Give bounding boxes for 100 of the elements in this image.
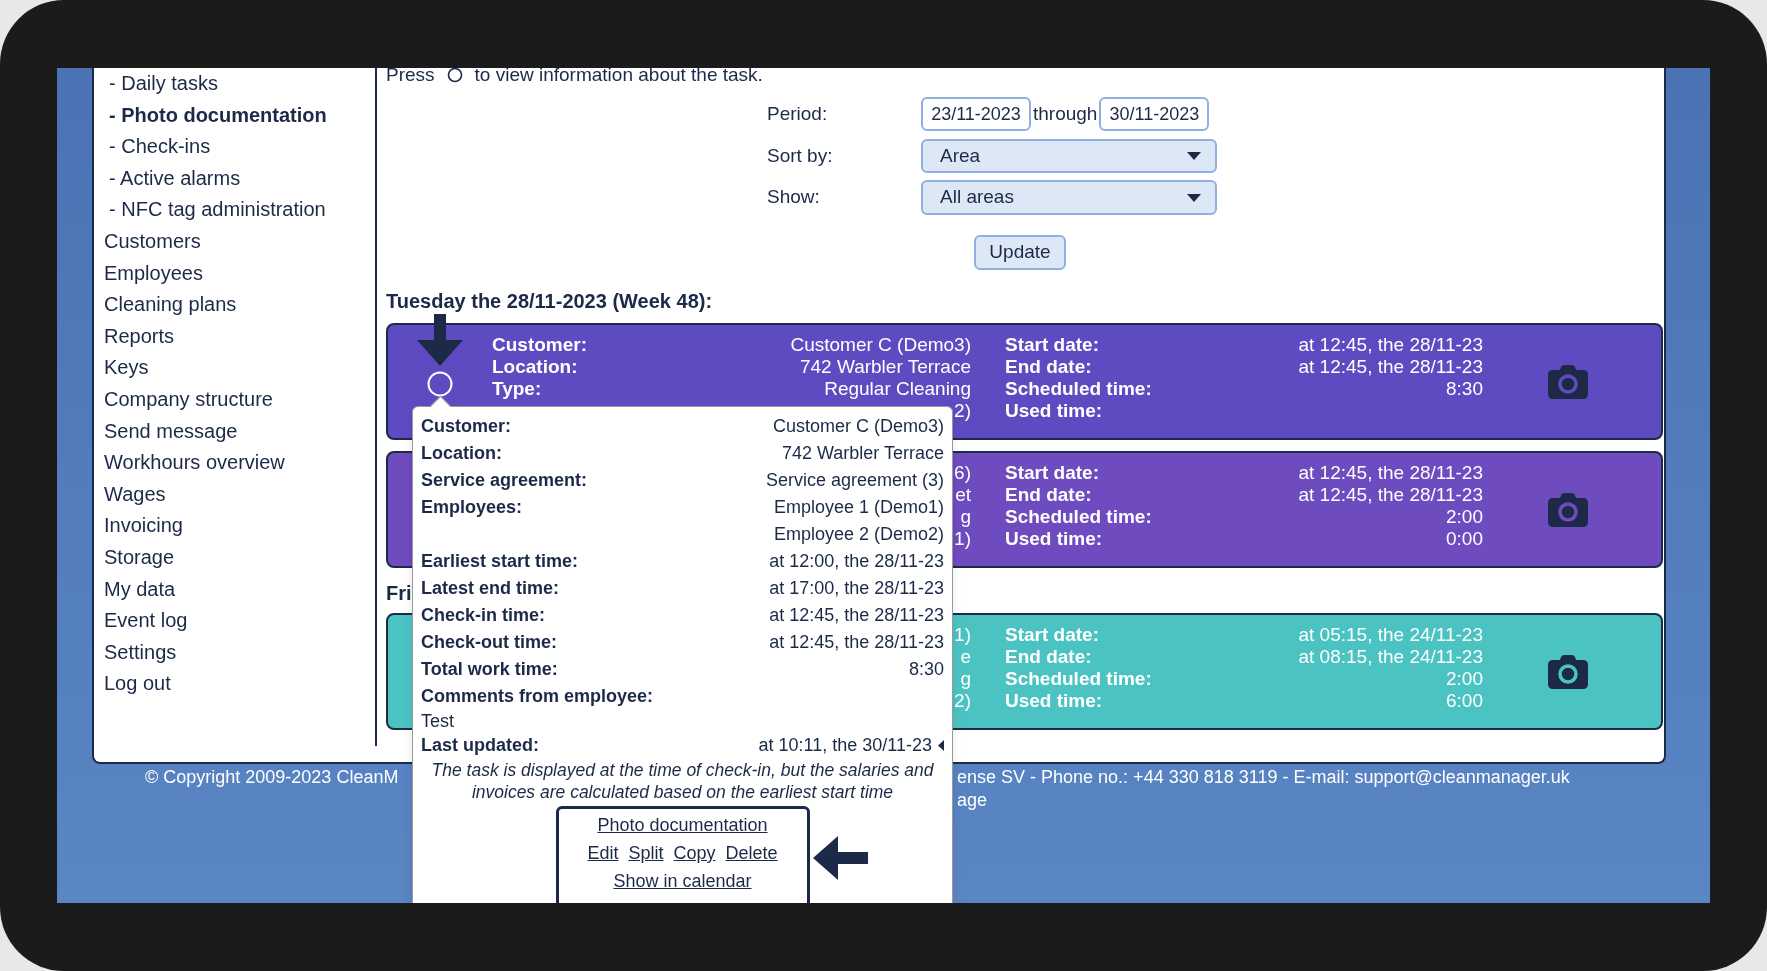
- info-value: at 12:45, the 28/11-23: [769, 604, 944, 627]
- sidebar-item[interactable]: Invoicing: [94, 510, 375, 542]
- info-value: Employee 1 (Demo1): [773, 496, 944, 519]
- info-value: Employee 2 (Demo2): [773, 523, 944, 546]
- day-heading: Tuesday the 28/11-2023 (Week 48):: [386, 290, 713, 312]
- sidebar-item[interactable]: Settings: [94, 636, 375, 669]
- sidebar-item[interactable]: Storage: [94, 541, 375, 574]
- time-label: Start date:: [1005, 624, 1099, 646]
- update-button[interactable]: Update: [974, 235, 1066, 270]
- action-link[interactable]: Photo documentation: [597, 811, 768, 839]
- action-link[interactable]: Copy: [673, 839, 716, 867]
- info-value: Customer C (Demo3): [772, 415, 944, 438]
- detail-label: Location:: [492, 356, 578, 378]
- info-value: at 17:00, the 28/11-23: [769, 577, 944, 600]
- sidebar-item[interactable]: Workhours overview: [94, 447, 375, 479]
- time-value: at 12:45, the 28/11-23: [1298, 484, 1483, 506]
- time-label: Used time:: [1005, 528, 1103, 550]
- show-label: Show:: [767, 185, 821, 210]
- action-link[interactable]: Delete: [725, 839, 778, 867]
- sidebar-item[interactable]: Event log: [94, 605, 375, 637]
- detail-value: g: [960, 506, 971, 528]
- time-value: 8:30: [1446, 378, 1483, 400]
- end-date-field[interactable]: 30/11-2023: [1099, 97, 1210, 131]
- time-value: at 08:15, the 24/11-23: [1298, 646, 1483, 668]
- sidebar-item[interactable]: Reports: [94, 320, 375, 353]
- action-link[interactable]: Edit: [587, 839, 619, 867]
- time-value: 0:00: [1446, 528, 1483, 550]
- show-dropdown[interactable]: All areas: [921, 180, 1217, 215]
- left-arrow-icon: [813, 836, 868, 880]
- caret-icon: [1187, 193, 1201, 202]
- detail-value: 2): [954, 690, 971, 712]
- caret-icon: [1187, 152, 1201, 160]
- day-heading: Fri: [386, 582, 412, 604]
- time-label: Scheduled time:: [1005, 378, 1152, 400]
- detail-value: 1): [954, 624, 971, 646]
- sidebar-item[interactable]: - Check-ins: [94, 131, 375, 163]
- detail-label: Customer:: [492, 334, 587, 356]
- sort-label: Sort by:: [767, 143, 834, 168]
- detail-value: et: [955, 484, 971, 506]
- info-label: Latest end time:: [421, 577, 560, 600]
- sidebar-item[interactable]: My data: [94, 573, 375, 606]
- time-label: Used time:: [1005, 690, 1103, 712]
- detail-value: 742 Warbler Terrace: [799, 356, 971, 378]
- detail-value: Regular Cleaning: [824, 378, 971, 400]
- sidebar-item[interactable]: Employees: [94, 257, 375, 290]
- sidebar-item[interactable]: Cleaning plans: [94, 289, 375, 321]
- info-label: Location:: [421, 442, 502, 465]
- info-circle-icon[interactable]: [427, 371, 453, 397]
- action-link[interactable]: Split: [628, 839, 664, 867]
- time-label: Scheduled time:: [1005, 668, 1152, 690]
- sidebar-item[interactable]: Log out: [94, 668, 375, 700]
- info-label: Last updated:: [421, 734, 539, 757]
- sidebar-item[interactable]: Company structure: [94, 383, 375, 416]
- sidebar-item[interactable]: - Photo documentation: [94, 99, 375, 132]
- start-date-field[interactable]: 23/11-2023: [921, 97, 1031, 131]
- time-value: 6:00: [1446, 690, 1483, 712]
- info-label: Check-in time:: [421, 604, 546, 627]
- info-value: at 10:11, the 30/11-23: [758, 734, 932, 757]
- time-label: Start date:: [1005, 334, 1099, 356]
- time-value: 2:00: [1446, 506, 1483, 528]
- sidebar-item[interactable]: Send message: [94, 415, 375, 448]
- time-label: Used time:: [1005, 400, 1103, 422]
- info-label: Service agreement:: [421, 469, 588, 492]
- period-label: Period:: [767, 101, 829, 126]
- sidebar-item[interactable]: - Daily tasks: [94, 68, 375, 100]
- detail-value: e: [960, 646, 971, 668]
- time-value: at 12:45, the 28/11-23: [1298, 334, 1483, 356]
- time-label: End date:: [1005, 646, 1092, 668]
- sidebar-item[interactable]: Wages: [94, 478, 375, 511]
- contact-text: ense SV - Phone no.: +44 330 818 3119 - E-mail: support@cleanmanager.uk: [957, 766, 1571, 789]
- time-value: at 12:45, the 28/11-23: [1298, 356, 1483, 378]
- time-label: End date:: [1005, 356, 1092, 378]
- detail-label: Type:: [492, 378, 542, 400]
- detail-value: g: [960, 668, 971, 690]
- time-label: Start date:: [1005, 462, 1099, 484]
- camera-icon[interactable]: [1548, 654, 1588, 689]
- through-label: through: [1032, 101, 1099, 126]
- info-label: Customer:: [421, 415, 511, 438]
- action-link[interactable]: Show in calendar: [613, 867, 752, 895]
- info-value: Service agreement (3): [765, 469, 944, 492]
- sidebar-item[interactable]: - Active alarms: [94, 162, 375, 195]
- sidebar-item[interactable]: Keys: [94, 352, 375, 384]
- detail-value: 2): [954, 400, 971, 422]
- info-label: Employees:: [421, 496, 523, 519]
- time-value: 2:00: [1446, 668, 1483, 690]
- info-label: Check-out time:: [421, 631, 557, 654]
- info-value: at 12:00, the 28/11-23: [769, 550, 944, 573]
- detail-value: 6): [954, 462, 971, 484]
- sort-dropdown[interactable]: Area: [921, 139, 1217, 173]
- info-value: at 12:45, the 28/11-23: [769, 631, 944, 654]
- instruction-text: Press: [386, 68, 435, 87]
- contact-text: age: [957, 789, 989, 812]
- copyright-text: © Copyright 2009-2023 CleanM: [145, 766, 399, 789]
- time-label: Scheduled time:: [1005, 506, 1152, 528]
- info-label: Comments from employee:: [421, 685, 655, 708]
- comment-text: Test: [421, 710, 455, 732]
- time-value: at 05:15, the 24/11-23: [1298, 624, 1483, 646]
- sidebar-item[interactable]: - NFC tag administration: [94, 194, 375, 226]
- time-label: End date:: [1005, 484, 1092, 506]
- sidebar-item[interactable]: Customers: [94, 225, 375, 258]
